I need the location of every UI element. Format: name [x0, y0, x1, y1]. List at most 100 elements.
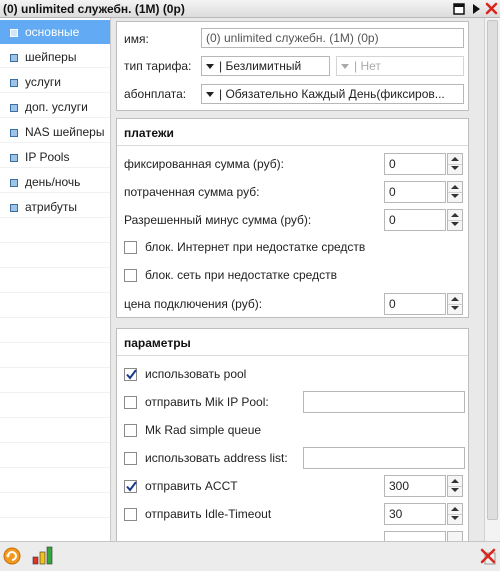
sidebar-item-label: день/ночь: [25, 175, 81, 189]
checkmark-icon: [126, 481, 137, 492]
idle-timeout-spinner[interactable]: [447, 503, 463, 525]
fixed-sum-label: фиксированная сумма (руб):: [124, 157, 284, 171]
checkmark-icon: [126, 369, 137, 380]
play-icon[interactable]: [468, 1, 483, 16]
delete-icon[interactable]: [480, 548, 498, 569]
sidebar-item-label: атрибуты: [25, 200, 78, 214]
sidebar-item-general[interactable]: основные: [0, 20, 110, 44]
sidebar-item-day-night[interactable]: день/ночь: [0, 170, 110, 194]
fee-value: | Обязательно Каждый День(фиксиров...: [219, 87, 445, 101]
block-internet-label: блок. Интернет при недостатке средств: [145, 240, 366, 254]
connection-price-input[interactable]: 0: [384, 293, 446, 315]
address-list-checkbox[interactable]: [124, 452, 137, 465]
params-title: параметры: [124, 336, 191, 350]
sidebar-item-label: шейперы: [25, 50, 77, 64]
connection-price-label: цена подключения (руб):: [124, 297, 263, 311]
payments-panel: платежи фиксированная сумма (руб): 0 пот…: [116, 118, 469, 318]
fixed-sum-spinner[interactable]: [447, 153, 463, 175]
tariff-type-value: | Безлимитный: [219, 59, 302, 73]
title-bar: (0) unlimited служебн. (1M) (0p): [0, 0, 500, 18]
tariff-type-select[interactable]: | Безлимитный: [201, 56, 330, 76]
fee-select[interactable]: | Обязательно Каждый День(фиксиров...: [201, 84, 464, 104]
general-panel: имя: (0) unlimited служебн. (1M) (0p) ти…: [116, 21, 469, 111]
tariff-type-label: тип тарифа:: [124, 59, 192, 73]
partial-spinner[interactable]: [447, 531, 463, 541]
chevron-down-icon: [206, 92, 214, 98]
name-field[interactable]: (0) unlimited служебн. (1M) (0p): [201, 28, 464, 48]
allowed-minus-input[interactable]: 0: [384, 209, 446, 231]
simple-queue-checkbox[interactable]: [124, 424, 137, 437]
idle-timeout-input[interactable]: 30: [384, 503, 446, 525]
sidebar-item-shapers[interactable]: шейперы: [0, 45, 110, 69]
send-acct-spinner[interactable]: [447, 475, 463, 497]
sidebar-item-extra-services[interactable]: доп. услуги: [0, 95, 110, 119]
use-pool-checkbox[interactable]: [124, 368, 137, 381]
bullet-icon: [10, 54, 18, 62]
spent-sum-spinner[interactable]: [447, 181, 463, 203]
chevron-down-icon: [341, 64, 349, 70]
block-internet-checkbox[interactable]: [124, 241, 137, 254]
tariff-type-secondary-select[interactable]: | Нет: [336, 56, 464, 76]
send-acct-label: отправить ACCT: [145, 479, 238, 493]
tariff-type-secondary-value: | Нет: [354, 59, 381, 73]
address-list-label: использовать address list:: [145, 451, 288, 465]
mik-ip-pool-checkbox[interactable]: [124, 396, 137, 409]
sidebar: основные шейперы услуги доп. услуги NAS …: [0, 18, 111, 541]
sidebar-item-services[interactable]: услуги: [0, 70, 110, 94]
close-icon[interactable]: [484, 1, 499, 16]
bullet-icon: [10, 104, 18, 112]
allowed-minus-spinner[interactable]: [447, 209, 463, 231]
spin-down-icon[interactable]: [448, 192, 462, 202]
scrollbar-thumb[interactable]: [487, 20, 498, 520]
refresh-icon[interactable]: [3, 547, 21, 568]
connection-price-spinner[interactable]: [447, 293, 463, 315]
bullet-icon: [10, 79, 18, 87]
spent-sum-label: потраченная сумма руб:: [124, 185, 260, 199]
spin-down-icon[interactable]: [448, 220, 462, 230]
bullet-icon: [10, 129, 18, 137]
send-acct-checkbox[interactable]: [124, 480, 137, 493]
bullet-icon: [10, 154, 18, 162]
bullet-icon: [10, 204, 18, 212]
window-title: (0) unlimited служебн. (1M) (0p): [3, 2, 185, 16]
sidebar-item-ip-pools[interactable]: IP Pools: [0, 145, 110, 169]
content-area: имя: (0) unlimited служебн. (1M) (0p) ти…: [111, 18, 483, 541]
spin-down-icon[interactable]: [448, 304, 462, 314]
spin-down-icon[interactable]: [448, 486, 462, 496]
spin-down-icon[interactable]: [448, 164, 462, 174]
chevron-down-icon: [206, 64, 214, 70]
address-list-input[interactable]: [303, 447, 465, 469]
window-icon[interactable]: [451, 1, 466, 16]
chart-icon[interactable]: [32, 545, 54, 568]
idle-timeout-checkbox[interactable]: [124, 508, 137, 521]
mik-ip-pool-label: отправить Mik IP Pool:: [145, 395, 269, 409]
block-network-checkbox[interactable]: [124, 269, 137, 282]
partial-input[interactable]: [384, 531, 446, 541]
payments-title: платежи: [124, 126, 174, 140]
spin-down-icon[interactable]: [448, 514, 462, 524]
bullet-icon: [10, 179, 18, 187]
fixed-sum-input[interactable]: 0: [384, 153, 446, 175]
mik-ip-pool-input[interactable]: [303, 391, 465, 413]
payments-header: платежи: [117, 119, 468, 146]
sidebar-item-label: основные: [25, 25, 80, 39]
sidebar-item-label: IP Pools: [25, 150, 70, 164]
sidebar-item-attributes[interactable]: атрибуты: [0, 195, 110, 219]
params-panel: параметры использовать pool отправить Mi…: [116, 328, 469, 541]
fee-label: абонплата:: [124, 87, 187, 101]
allowed-minus-label: Разрешенный минус сумма (руб):: [124, 213, 312, 227]
send-acct-input[interactable]: 300: [384, 475, 446, 497]
sidebar-item-nas-shapers[interactable]: NAS шейперы: [0, 120, 110, 144]
params-header: параметры: [117, 329, 468, 356]
bullet-icon: [10, 29, 18, 37]
sidebar-item-label: услуги: [25, 75, 61, 89]
use-pool-label: использовать pool: [145, 367, 247, 381]
vertical-scrollbar[interactable]: [484, 18, 500, 541]
bottom-toolbar: [0, 541, 500, 571]
sidebar-item-label: NAS шейперы: [25, 125, 105, 139]
block-network-label: блок. сеть при недостатке средств: [145, 268, 337, 282]
simple-queue-label: Mk Rad simple queue: [145, 423, 262, 437]
sidebar-item-label: доп. услуги: [25, 100, 88, 114]
spent-sum-input[interactable]: 0: [384, 181, 446, 203]
name-label: имя:: [124, 32, 149, 46]
